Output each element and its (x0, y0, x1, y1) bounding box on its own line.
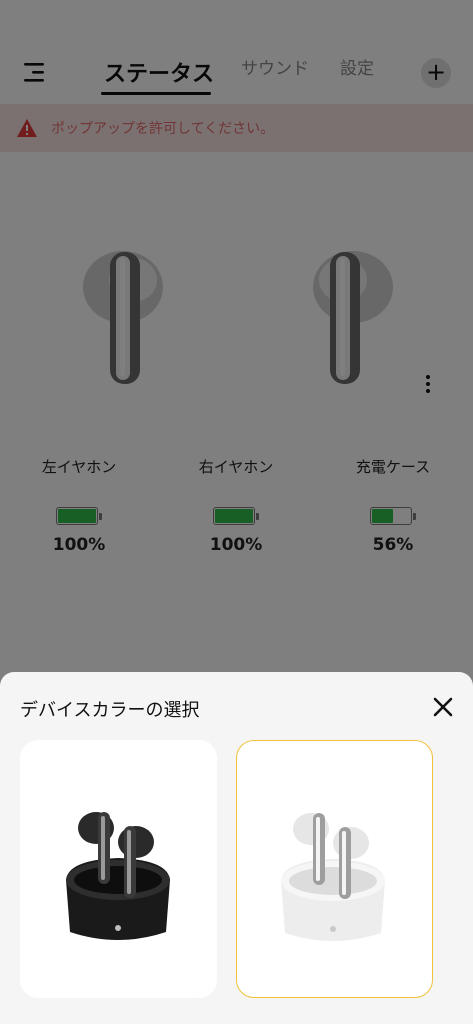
color-option-black[interactable] (20, 740, 217, 998)
screen: ステータス サウンド 設定 + ポップアップを許可してください。 (0, 0, 473, 1024)
sheet-title: デバイスカラーの選択 (20, 700, 200, 721)
close-icon[interactable] (430, 694, 456, 720)
black-earbuds-image (66, 812, 170, 940)
white-earbuds-image (281, 813, 385, 941)
device-color-sheet: デバイスカラーの選択 (0, 672, 473, 1024)
color-option-white[interactable] (236, 740, 433, 998)
